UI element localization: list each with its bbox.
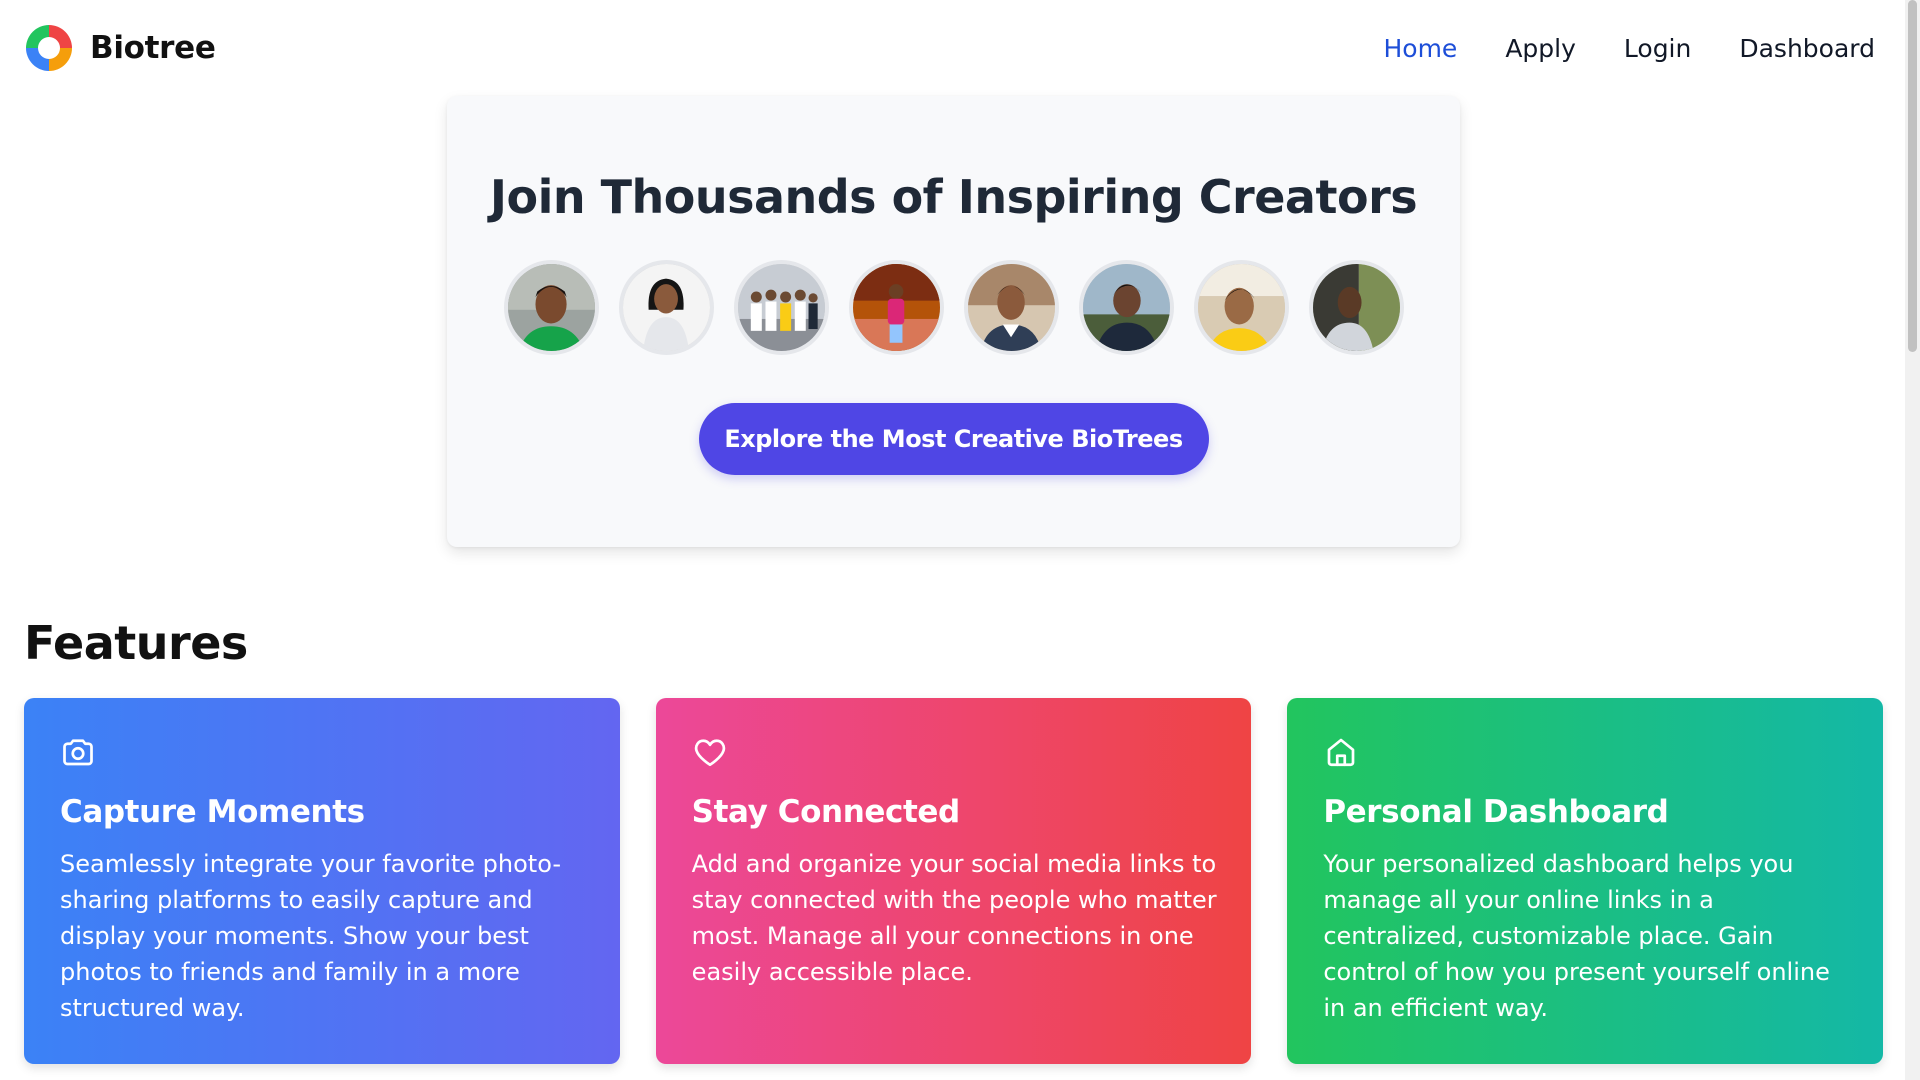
page-scrollbar[interactable] <box>1905 0 1920 1080</box>
person-photo-icon <box>1197 264 1285 351</box>
nav-home-link[interactable]: Home <box>1383 34 1457 63</box>
person-photo-icon <box>852 264 940 351</box>
feature-title: Personal Dashboard <box>1323 794 1669 830</box>
explore-biotrees-button[interactable]: Explore the Most Creative BioTrees <box>698 403 1209 475</box>
heart-icon <box>692 734 728 770</box>
person-photo-icon <box>507 264 595 351</box>
nav-links: Home Apply Login Dashboard <box>1383 34 1875 63</box>
top-navbar: Biotree Home Apply Login Dashboard <box>0 0 1905 96</box>
feature-card-capture-moments: Capture Moments Seamlessly integrate you… <box>24 698 620 1064</box>
feature-description: Your personalized dashboard helps you ma… <box>1323 850 1830 1022</box>
creator-avatar[interactable] <box>1078 260 1174 355</box>
person-photo-icon <box>1312 264 1400 351</box>
person-photo-icon <box>967 264 1055 351</box>
feature-description: Add and organize your social media links… <box>691 850 1217 986</box>
creator-avatar[interactable] <box>1308 260 1404 355</box>
hero-card: Join Thousands of Inspiring Creators Exp… <box>447 96 1460 547</box>
feature-card-personal-dashboard: Personal Dashboard Your personalized das… <box>1287 698 1884 1064</box>
creator-avatar[interactable] <box>963 260 1059 355</box>
feature-title: Capture Moments <box>60 794 365 830</box>
nav-login-link[interactable]: Login <box>1624 34 1691 63</box>
nav-dashboard-link[interactable]: Dashboard <box>1739 34 1875 63</box>
camera-icon <box>60 734 96 770</box>
creator-avatar[interactable] <box>1193 260 1289 355</box>
person-photo-icon <box>1082 264 1170 351</box>
pie-logo-icon <box>26 25 72 71</box>
feature-card-stay-connected: Stay Connected Add and organize your soc… <box>655 698 1252 1064</box>
creator-avatars <box>503 260 1404 355</box>
features-grid: Capture Moments Seamlessly integrate you… <box>24 698 1884 1064</box>
feature-description: Seamlessly integrate your favorite photo… <box>60 850 561 1022</box>
home-icon <box>1323 734 1359 770</box>
brand-name: Biotree <box>90 30 216 66</box>
person-photo-icon <box>622 264 710 351</box>
feature-title: Stay Connected <box>691 794 961 830</box>
creator-avatar[interactable] <box>503 260 599 355</box>
features-heading: Features <box>24 616 248 670</box>
creator-avatar[interactable] <box>618 260 714 355</box>
creator-avatar[interactable] <box>848 260 944 355</box>
hero-title: Join Thousands of Inspiring Creators <box>489 170 1418 224</box>
group-photo-icon <box>737 264 825 351</box>
creator-avatar[interactable] <box>733 260 829 355</box>
scrollbar-thumb[interactable] <box>1908 0 1917 352</box>
brand-link[interactable]: Biotree <box>24 23 216 73</box>
nav-apply-link[interactable]: Apply <box>1505 34 1576 63</box>
